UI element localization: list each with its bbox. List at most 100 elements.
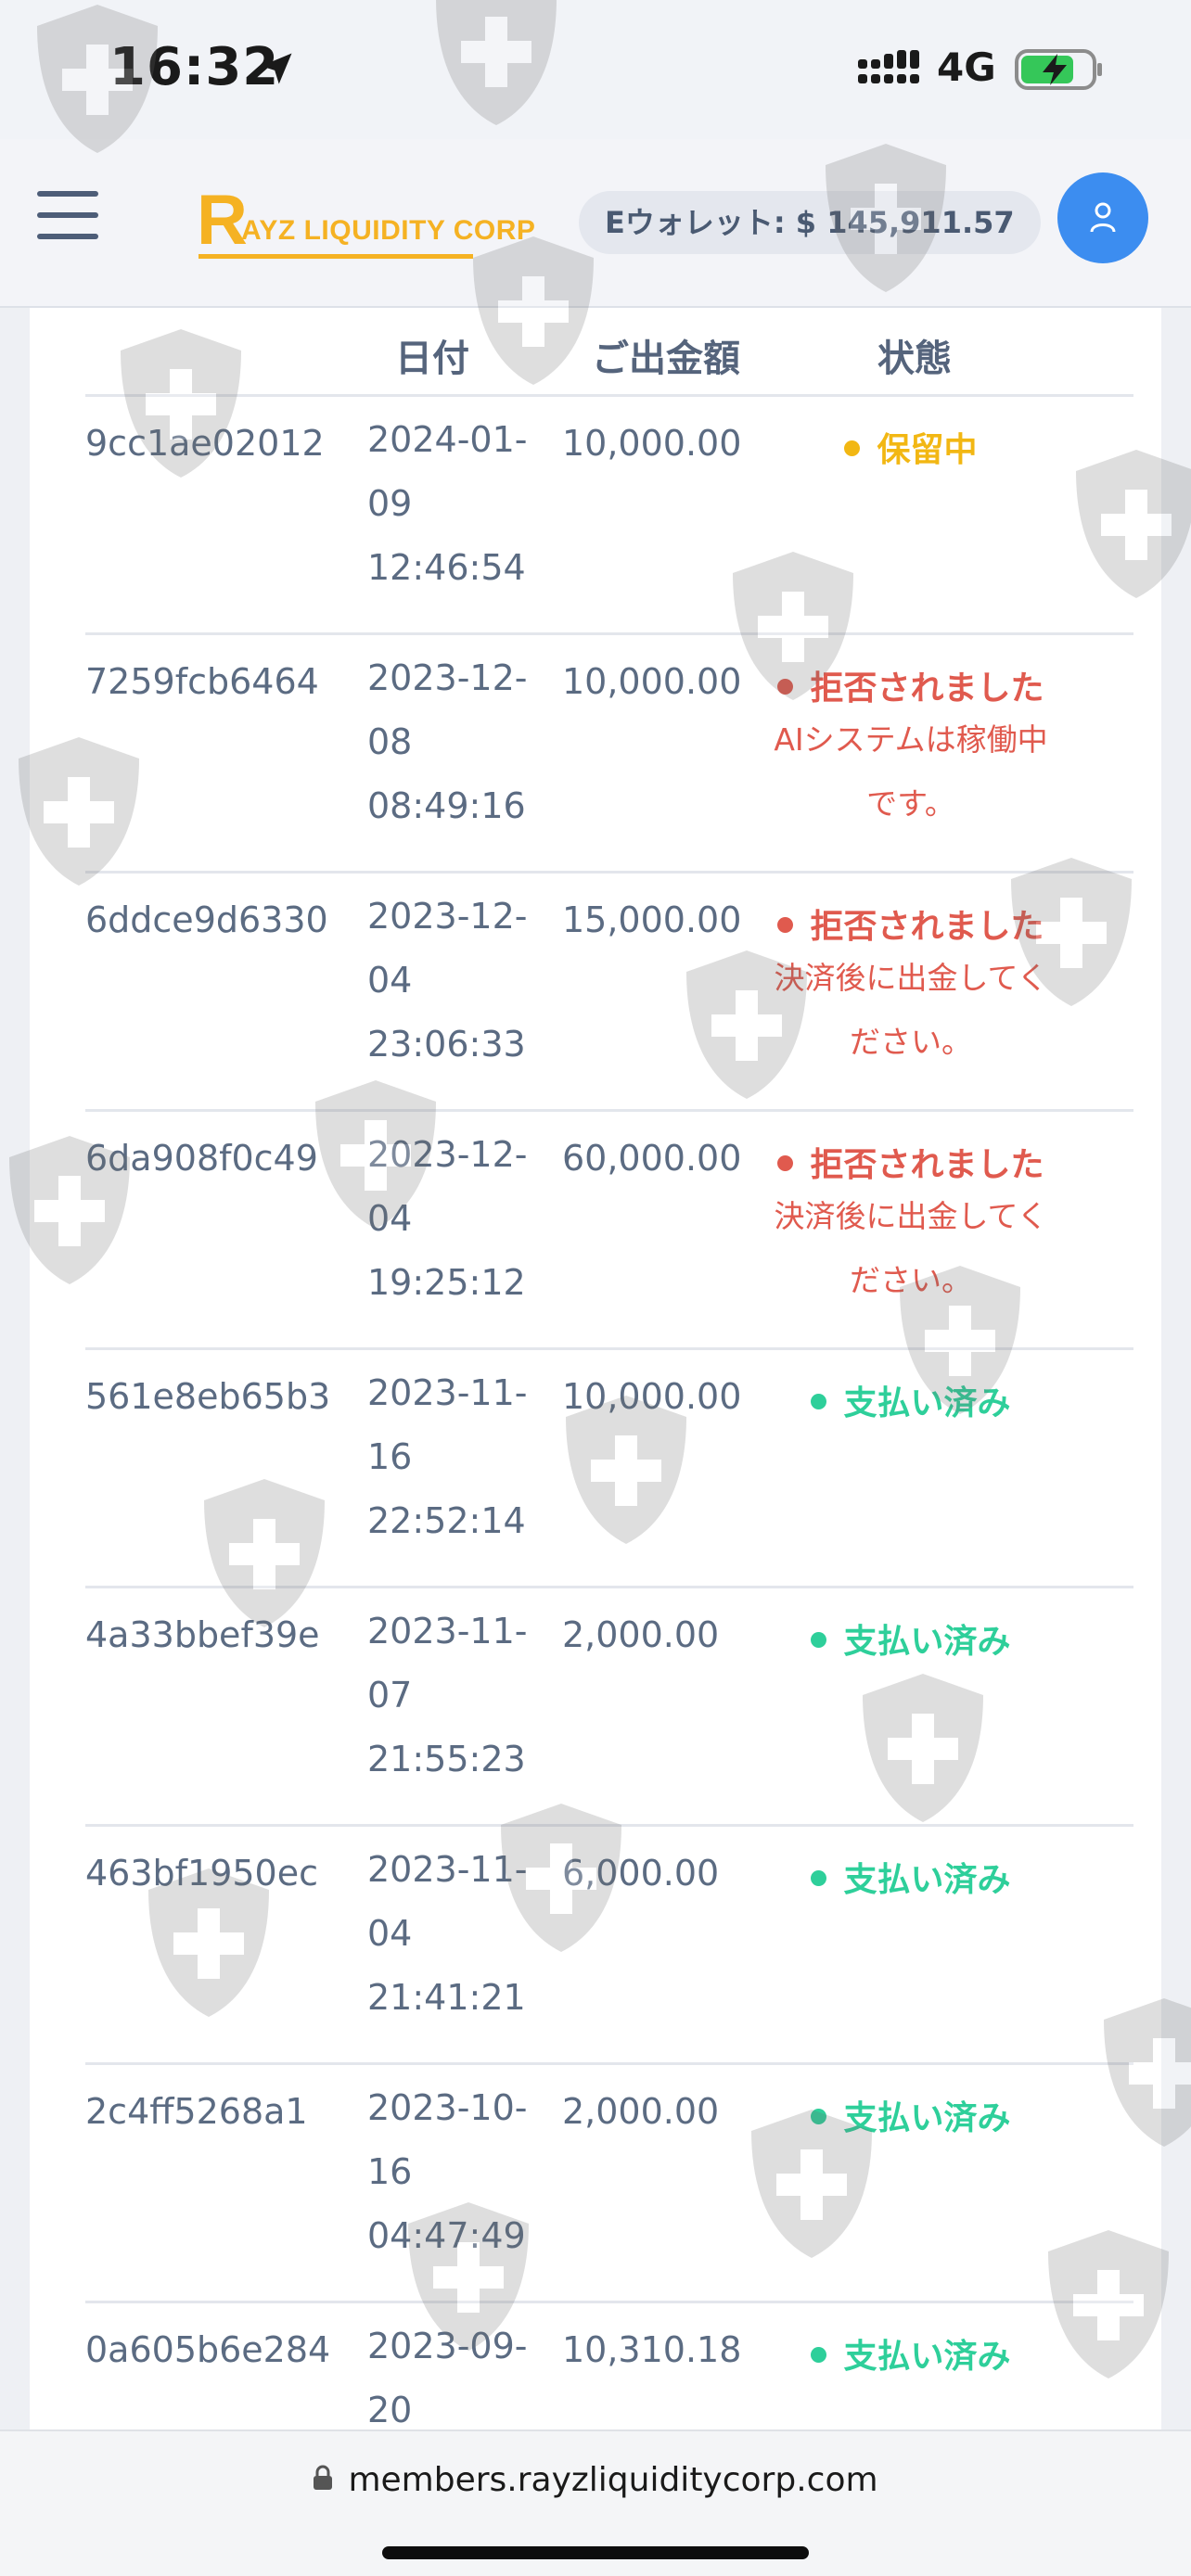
transaction-id: 6ddce9d6330 <box>85 899 328 940</box>
status-label: 拒否されました <box>810 1146 1044 1184</box>
home-indicator[interactable] <box>382 2546 809 2559</box>
table-row: 4a33bbef39e 2023-11-07 21:55:23 2,000.00 支払… <box>30 1588 1161 1827</box>
transaction-date: 2023-09-20 <box>367 2326 528 2430</box>
status-badge: 支払い済み <box>753 2329 1069 2378</box>
table-row: 6da908f0c49 2023-12-04 19:25:12 60,000.00 拒… <box>30 1112 1161 1350</box>
status-cell: 保留中 <box>753 423 1069 471</box>
transaction-id: 463bf1950ec <box>85 1853 319 1894</box>
status-dot-icon <box>811 2346 827 2363</box>
location-arrow-icon <box>261 53 292 84</box>
transaction-id: 9cc1ae02012 <box>85 423 325 464</box>
table-row: 6ddce9d6330 2023-12-04 23:06:33 15,000.00 拒… <box>30 874 1161 1112</box>
signal-icon <box>858 50 919 83</box>
status-dot-icon <box>844 440 861 456</box>
status-dot-icon <box>777 678 794 695</box>
logo-underline <box>198 254 473 259</box>
e-wallet-balance[interactable]: Eウォレット: $ 145,911.57 <box>579 191 1041 254</box>
transaction-id: 2c4ff5268a1 <box>85 2091 308 2132</box>
status-dot-icon <box>777 916 794 933</box>
transaction-date: 2023-11-04 21:41:21 <box>367 1849 528 2018</box>
transaction-date: 2023-12-04 19:25:12 <box>367 1134 528 1303</box>
transaction-date: 2023-11-07 21:55:23 <box>367 1611 528 1779</box>
table-row: 2c4ff5268a1 2023-10-16 04:47:49 2,000.00 支払… <box>30 2065 1161 2303</box>
column-amount: ご出金額 <box>592 338 740 380</box>
status-label: 支払い済み <box>843 1623 1011 1661</box>
status-badge: 拒否されました <box>753 661 1069 709</box>
table-body: 9cc1ae02012 2024-01-09 12:46:54 10,000.00 保… <box>30 397 1161 2431</box>
withdrawal-amount: 2,000.00 <box>562 1614 720 1655</box>
transaction-id: 6da908f0c49 <box>85 1138 318 1179</box>
url-text-container[interactable]: members.rayzliquiditycorp.com <box>0 2461 1191 2499</box>
transaction-date: 2023-10-16 04:47:49 <box>367 2087 528 2256</box>
status-badge: 拒否されました <box>753 1138 1069 1186</box>
transaction-date: 2023-12-04 23:06:33 <box>367 896 528 1065</box>
status-label: 保留中 <box>877 431 978 469</box>
status-badge: 拒否されました <box>753 899 1069 948</box>
withdrawal-amount: 10,000.00 <box>562 1376 742 1417</box>
status-cell: 拒否されました決済後に出金してください。 <box>753 1138 1069 1312</box>
logo-text: AYZ LIQUIDITY CORP <box>241 215 536 246</box>
transaction-date: 2023-11-16 22:52:14 <box>367 1372 528 1541</box>
user-icon <box>1090 202 1116 233</box>
hamburger-menu-icon[interactable] <box>37 191 102 247</box>
status-badge: 保留中 <box>753 423 1069 471</box>
browser-url-bar[interactable]: members.rayzliquiditycorp.com <box>0 2429 1191 2576</box>
status-badge: 支払い済み <box>753 1376 1069 1424</box>
withdrawal-history-card: 日付 ご出金額 状態 9cc1ae02012 2024-01-09 12:46:5… <box>30 308 1161 2431</box>
withdrawal-amount: 10,000.00 <box>562 423 742 464</box>
status-dot-icon <box>811 1631 827 1648</box>
table-row: 9cc1ae02012 2024-01-09 12:46:54 10,000.00 保… <box>30 397 1161 635</box>
brand-logo[interactable]: R AYZ LIQUIDITY CORP <box>197 181 535 261</box>
transaction-id: 7259fcb6464 <box>85 661 319 702</box>
transaction-date: 2023-12-08 08:49:16 <box>367 657 528 826</box>
table-header: 日付 ご出金額 状態 <box>85 308 1133 397</box>
column-date: 日付 <box>395 338 469 380</box>
withdrawal-amount: 10,310.18 <box>562 2329 742 2370</box>
status-note: 決済後に出金してください。 <box>774 960 1048 1060</box>
url-text: members.rayzliquiditycorp.com <box>348 2461 878 2499</box>
status-label: 支払い済み <box>843 2338 1011 2376</box>
battery-charging-icon <box>1015 49 1102 90</box>
withdrawal-amount: 6,000.00 <box>562 1853 720 1894</box>
status-label: 支払い済み <box>843 1861 1011 1899</box>
withdrawal-amount: 60,000.00 <box>562 1138 742 1179</box>
table-row: 0a605b6e284 2023-09-20 10,310.18 支払い済み <box>30 2303 1161 2431</box>
status-label: 拒否されました <box>810 670 1044 708</box>
status-bar: 16:32 4G <box>0 0 1191 139</box>
status-cell: 拒否されました AIシステムは稼働中です。 <box>753 661 1069 835</box>
transaction-date: 2024-01-09 12:46:54 <box>367 419 528 588</box>
table-row: 561e8eb65b3 2023-11-16 22:52:14 10,000.00 支… <box>30 1350 1161 1588</box>
withdrawal-amount: 2,000.00 <box>562 2091 720 2132</box>
status-label: 拒否されました <box>810 908 1044 946</box>
status-label: 支払い済み <box>843 1384 1011 1422</box>
transaction-id: 0a605b6e284 <box>85 2329 331 2370</box>
table-row: 463bf1950ec 2023-11-04 21:41:21 6,000.00 支払… <box>30 1827 1161 2065</box>
transaction-id: 4a33bbef39e <box>85 1614 320 1655</box>
column-status: 状態 <box>877 338 952 380</box>
status-dot-icon <box>811 2108 827 2124</box>
status-cell: 支払い済み <box>753 2091 1069 2139</box>
status-dot-icon <box>777 1154 794 1171</box>
withdrawal-amount: 10,000.00 <box>562 661 742 702</box>
app-header: R AYZ LIQUIDITY CORP Eウォレット: $ 145,911.5… <box>0 139 1191 308</box>
status-cell: 支払い済み <box>753 1853 1069 1901</box>
status-label: 支払い済み <box>843 2099 1011 2137</box>
status-note: AIシステムは稼働中です。 <box>774 721 1048 822</box>
status-cell: 支払い済み <box>753 1614 1069 1663</box>
status-time: 16:32 <box>109 37 280 97</box>
status-dot-icon <box>811 1869 827 1886</box>
lock-icon <box>314 2465 333 2490</box>
withdrawal-amount: 15,000.00 <box>562 899 742 940</box>
status-badge: 支払い済み <box>753 1614 1069 1663</box>
transaction-id: 561e8eb65b3 <box>85 1376 331 1417</box>
status-cell: 拒否されました決済後に出金してください。 <box>753 899 1069 1074</box>
status-cell: 支払い済み <box>753 1376 1069 1424</box>
status-dot-icon <box>811 1393 827 1409</box>
status-note: 決済後に出金してください。 <box>774 1198 1048 1298</box>
table-row: 7259fcb6464 2023-12-08 08:49:16 10,000.00 拒… <box>30 635 1161 874</box>
logo-initial: R <box>197 181 248 260</box>
user-profile-button[interactable] <box>1057 172 1148 263</box>
status-cell: 支払い済み <box>753 2329 1069 2378</box>
network-type: 4G <box>937 45 996 90</box>
status-badge: 支払い済み <box>753 1853 1069 1901</box>
